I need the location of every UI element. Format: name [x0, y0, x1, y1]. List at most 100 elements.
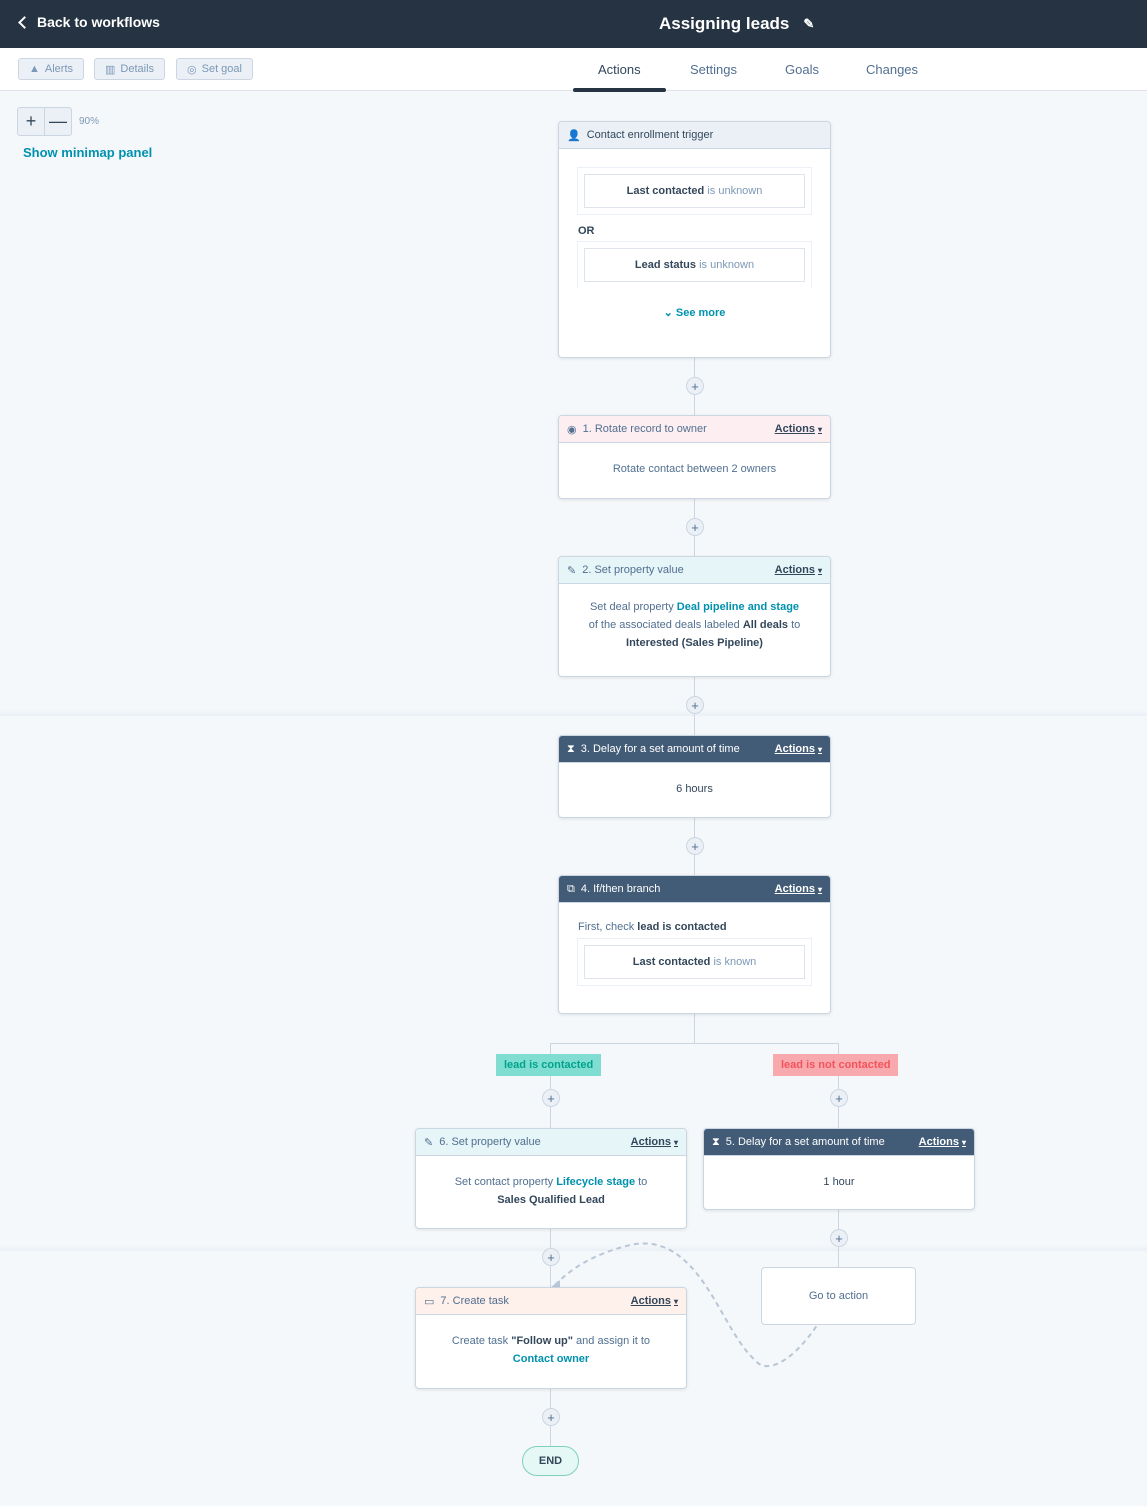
body-text: to	[788, 619, 801, 631]
action-title: 2. Set property value	[582, 564, 684, 576]
add-action-button[interactable]: +	[686, 377, 704, 395]
action-card-set-contact-property[interactable]: ✎ 6. Set property value Actions ▾ Set con…	[415, 1128, 687, 1229]
owner-link[interactable]: Contact owner	[513, 1353, 589, 1365]
action-card-delay-6h[interactable]: ⧗ 3. Delay for a set amount of time Acti…	[558, 735, 831, 818]
sub-toolbar: ▲ Alerts ▥ Details ◎ Set goal Actions Setti…	[0, 48, 1147, 91]
action-header: ✎ 2. Set property value Actions ▾	[559, 557, 830, 584]
hourglass-icon: ⧗	[712, 1135, 720, 1148]
task-icon: ▭	[424, 1295, 435, 1308]
trigger-filter: Last contacted is unknown	[577, 167, 812, 215]
property-value: Interested (Sales Pipeline)	[626, 637, 763, 649]
branch-icon: ⧉	[567, 882, 575, 895]
action-title: 1. Rotate record to owner	[582, 423, 707, 435]
body-text: Set deal property	[589, 601, 677, 613]
task-name: "Follow up"	[511, 1335, 573, 1347]
bar-chart-icon: ▥	[105, 63, 116, 76]
body-text: to	[635, 1176, 648, 1188]
property-value: Sales Qualified Lead	[497, 1194, 605, 1206]
action-title: 4. If/then branch	[580, 883, 661, 895]
rotate-owner-icon: ◉	[567, 423, 577, 436]
back-to-workflows-link[interactable]: Back to workflows	[18, 14, 160, 30]
action-header: ◉ 1. Rotate record to owner Actions ▾	[559, 416, 830, 443]
property-link[interactable]: Deal pipeline and stage	[677, 601, 799, 613]
action-card-rotate-owner[interactable]: ◉ 1. Rotate record to owner Actions ▾ Rot…	[558, 415, 831, 499]
target-icon: ◎	[187, 63, 197, 76]
actions-label: Actions	[774, 883, 815, 895]
add-action-button[interactable]: +	[542, 1408, 560, 1426]
action-header: ⧗ 3. Delay for a set amount of time Acti…	[559, 736, 830, 763]
alerts-button[interactable]: ▲ Alerts	[18, 58, 85, 80]
action-title: 5. Delay for a set amount of time	[725, 1136, 885, 1148]
filter-condition: is unknown	[699, 259, 755, 271]
action-card-delay-1h[interactable]: ⧗ 5. Delay for a set amount of time Acti…	[703, 1128, 975, 1210]
connector	[694, 1014, 695, 1044]
branch-connector	[550, 1043, 839, 1044]
actions-dropdown[interactable]: Actions ▾	[775, 423, 822, 435]
caret-down-icon: ▾	[817, 745, 822, 754]
caret-down-icon: ▾	[817, 425, 822, 434]
add-action-button[interactable]: +	[686, 518, 704, 536]
warning-icon: ▲	[29, 63, 40, 75]
add-action-button[interactable]: +	[542, 1089, 560, 1107]
caret-down-icon: ▾	[817, 885, 822, 894]
tab-actions[interactable]: Actions	[598, 62, 641, 77]
caret-down-icon: ▾	[961, 1138, 966, 1147]
active-tab-indicator	[573, 88, 666, 92]
action-title: 6. Set property value	[439, 1136, 541, 1148]
chevron-down-icon: ⌄	[663, 307, 676, 319]
canvas-band	[0, 710, 1147, 716]
branch-name: lead is contacted	[637, 921, 727, 933]
filter-property: Last contacted	[626, 185, 705, 197]
tab-goals[interactable]: Goals	[785, 62, 819, 77]
edit-property-icon: ✎	[424, 1136, 434, 1149]
filter-property: Last contacted	[632, 956, 711, 968]
action-header: ▭ 7. Create task Actions ▾	[416, 1288, 686, 1315]
actions-label: Actions	[918, 1136, 959, 1148]
action-card-if-then-branch[interactable]: ⧉ 4. If/then branch Actions ▾ First, chec…	[558, 875, 831, 1014]
actions-label: Actions	[774, 423, 815, 435]
pencil-icon[interactable]: ✎	[803, 16, 814, 32]
actions-dropdown[interactable]: Actions ▾	[631, 1136, 678, 1148]
action-card-set-deal-property[interactable]: ✎ 2. Set property value Actions ▾ Set dea…	[558, 556, 831, 677]
action-header: ⧗ 5. Delay for a set amount of time Acti…	[704, 1129, 974, 1156]
actions-dropdown[interactable]: Actions ▾	[775, 883, 822, 895]
tab-settings[interactable]: Settings	[690, 62, 737, 77]
action-body: 1 hour	[823, 1176, 855, 1188]
show-minimap-link[interactable]: Show minimap panel	[23, 145, 152, 160]
add-action-button[interactable]: +	[686, 837, 704, 855]
body-text: Set contact property	[454, 1176, 557, 1188]
go-to-action-card[interactable]: Go to action	[761, 1267, 916, 1325]
action-body: Create task "Follow up" and assign it to…	[416, 1315, 686, 1368]
filter-condition: is unknown	[707, 185, 763, 197]
action-body: Set contact property Lifecycle stage to …	[416, 1156, 686, 1209]
action-title: 7. Create task	[440, 1295, 509, 1307]
actions-dropdown[interactable]: Actions ▾	[919, 1136, 966, 1148]
association-label: All deals	[742, 619, 789, 631]
body-text: First, check	[578, 921, 638, 933]
add-action-button[interactable]: +	[830, 1089, 848, 1107]
property-link[interactable]: Lifecycle stage	[556, 1176, 635, 1188]
zoom-out-button[interactable]: —	[45, 108, 71, 135]
trigger-title: Contact enrollment trigger	[586, 129, 714, 141]
workflow-name: Assigning leads	[659, 14, 790, 33]
zoom-in-button[interactable]: +	[18, 108, 45, 135]
add-action-button[interactable]: +	[686, 696, 704, 714]
set-goal-button[interactable]: ◎ Set goal	[176, 58, 253, 80]
see-more-button[interactable]: ⌄ See more	[559, 306, 830, 319]
actions-dropdown[interactable]: Actions ▾	[631, 1295, 678, 1307]
add-action-button[interactable]: +	[542, 1248, 560, 1266]
action-card-create-task[interactable]: ▭ 7. Create task Actions ▾ Create task "F…	[415, 1287, 687, 1389]
actions-dropdown[interactable]: Actions ▾	[775, 743, 822, 755]
actions-dropdown[interactable]: Actions ▾	[775, 564, 822, 576]
tab-changes[interactable]: Changes	[866, 62, 918, 77]
see-more-label: See more	[675, 307, 726, 319]
branch-check: First, check lead is contacted	[578, 921, 830, 933]
action-body: Set deal property Deal pipeline and stag…	[559, 584, 830, 652]
branch-filter: Last contacted is known	[577, 938, 812, 986]
body-text: of the associated deals labeled	[588, 619, 743, 631]
edit-property-icon: ✎	[567, 564, 577, 577]
enrollment-trigger-card[interactable]: 👤 Contact enrollment trigger Last contac…	[558, 121, 831, 358]
trigger-header: 👤 Contact enrollment trigger	[559, 122, 830, 149]
add-action-button[interactable]: +	[830, 1229, 848, 1247]
details-button[interactable]: ▥ Details	[94, 58, 166, 80]
